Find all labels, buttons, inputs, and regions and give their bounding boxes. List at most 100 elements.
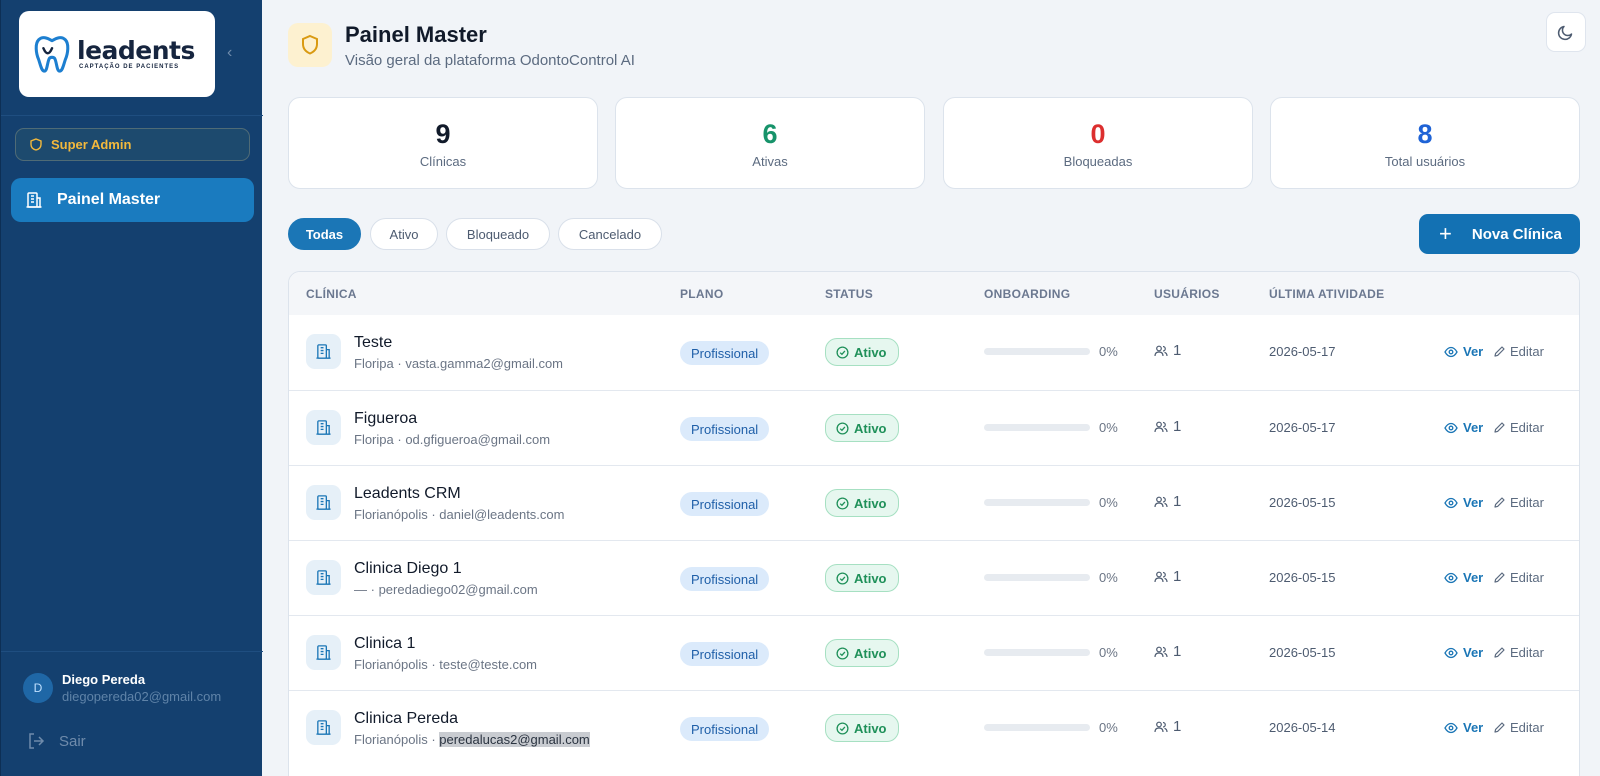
- users-count: 1: [1154, 718, 1181, 735]
- stat-value: 8: [1417, 119, 1433, 149]
- view-button[interactable]: Ver: [1444, 344, 1483, 359]
- view-button[interactable]: Ver: [1444, 420, 1483, 435]
- users-icon: [1154, 571, 1168, 582]
- view-button[interactable]: Ver: [1444, 495, 1483, 510]
- building-icon: [316, 570, 331, 585]
- clinic-location-email: Florianópolis · peredalucas2@gmail.com: [354, 732, 590, 747]
- last-activity: 2026-05-15: [1269, 645, 1336, 660]
- filter-bloqueado[interactable]: Bloqueado: [446, 218, 550, 250]
- edit-button[interactable]: Editar: [1493, 344, 1544, 359]
- edit-label: Editar: [1510, 495, 1544, 510]
- pencil-icon: [1494, 722, 1505, 733]
- status-label: Ativo: [854, 645, 887, 661]
- new-clinic-label: Nova Clínica: [1471, 225, 1562, 243]
- eye-icon: [1444, 497, 1458, 508]
- users-icon: [1154, 646, 1168, 657]
- sidebar-divider: [1, 651, 263, 652]
- filter-todas[interactable]: Todas: [288, 218, 361, 250]
- onboarding-progress-bar: [984, 574, 1090, 581]
- clinic-name: Leadents CRM: [354, 485, 461, 502]
- onboarding-progress-bar: [984, 424, 1090, 431]
- clinic-email: peredadiego02@gmail.com: [378, 582, 538, 597]
- column-header-status: STATUS: [825, 287, 874, 301]
- eye-icon: [1444, 572, 1458, 583]
- view-button[interactable]: Ver: [1444, 570, 1483, 585]
- onboarding-progress-bar: [984, 649, 1090, 656]
- table-row: Leadents CRM Florianópolis · daniel@leade…: [289, 465, 1579, 540]
- tooth-logo-icon: [34, 36, 70, 73]
- edit-button[interactable]: Editar: [1493, 570, 1544, 585]
- status-badge: Ativo: [825, 489, 899, 517]
- role-label: Super Admin: [51, 137, 132, 152]
- clinic-building-icon: [306, 334, 341, 369]
- clinic-city: Florianópolis: [354, 657, 428, 672]
- clinic-email: vasta.gamma2@gmail.com: [405, 356, 564, 371]
- status-badge: Ativo: [825, 338, 899, 366]
- pencil-icon: [1494, 422, 1505, 433]
- stat-label: Ativas: [752, 154, 788, 169]
- avatar: D: [23, 673, 53, 703]
- edit-label: Editar: [1510, 420, 1544, 435]
- column-header-clinica: CLÍNICA: [306, 287, 357, 301]
- edit-label: Editar: [1510, 570, 1544, 585]
- table-row: Clinica Diego 1 — · peredadiego02@gmail.c…: [289, 540, 1579, 615]
- users-count: 1: [1154, 418, 1181, 435]
- users-count-value: 1: [1173, 643, 1182, 660]
- view-button[interactable]: Ver: [1444, 720, 1483, 735]
- users-icon: [1154, 345, 1168, 356]
- onboarding-percent: 0%: [1099, 645, 1118, 660]
- view-label: Ver: [1463, 495, 1484, 510]
- filter-ativo[interactable]: Ativo: [370, 218, 438, 250]
- filter-cancelado[interactable]: Cancelado: [558, 218, 662, 250]
- last-activity: 2026-05-14: [1269, 720, 1336, 735]
- clinic-email: peredalucas2@gmail.com: [439, 732, 590, 747]
- clinic-name: Figueroa: [354, 410, 418, 427]
- users-icon: [1154, 421, 1168, 432]
- onboarding-progress-bar: [984, 724, 1090, 731]
- status-badge: Ativo: [825, 639, 899, 667]
- plan-badge: Profissional: [680, 341, 770, 365]
- building-icon: [316, 344, 331, 359]
- edit-button[interactable]: Editar: [1493, 720, 1544, 735]
- users-icon: [1154, 496, 1168, 507]
- column-header-onboarding: ONBOARDING: [984, 287, 1071, 301]
- building-icon: [316, 495, 331, 510]
- view-label: Ver: [1463, 344, 1484, 359]
- view-label: Ver: [1463, 420, 1484, 435]
- logout-label: Sair: [59, 732, 86, 750]
- edit-button[interactable]: Editar: [1493, 495, 1544, 510]
- new-clinic-button[interactable]: + Nova Clínica: [1419, 214, 1580, 254]
- theme-toggle-button[interactable]: [1546, 12, 1586, 52]
- page-subtitle: Visão geral da plataforma OdontoControl …: [345, 52, 635, 69]
- clinic-building-icon: [306, 635, 341, 670]
- brand-name: leadents: [77, 36, 195, 65]
- plan-badge: Profissional: [680, 642, 770, 666]
- users-count: 1: [1154, 342, 1181, 359]
- users-count: 1: [1154, 493, 1181, 510]
- plus-icon: +: [1439, 221, 1452, 246]
- onboarding-progress-bar: [984, 499, 1090, 506]
- sidebar-item-label: Painel Master: [57, 191, 161, 208]
- collapse-sidebar-chevron-icon[interactable]: ‹: [227, 44, 232, 62]
- onboarding-percent: 0%: [1099, 570, 1118, 585]
- clinic-email: od.gfigueroa@gmail.com: [405, 432, 551, 447]
- table-row: Clinica Pereda Florianópolis · peredaluca…: [289, 690, 1579, 765]
- stat-label: Bloqueadas: [1063, 154, 1133, 169]
- sidebar: leadents CAPTAÇÃO DE PACIENTES ‹ Super A…: [0, 0, 263, 776]
- pencil-icon: [1494, 647, 1505, 658]
- clinic-email: teste@teste.com: [439, 657, 538, 672]
- table-row: Figueroa Floripa · od.gfigueroa@gmail.com…: [289, 390, 1579, 465]
- edit-button[interactable]: Editar: [1493, 420, 1544, 435]
- table-row: Teste Floripa · vasta.gamma2@gmail.com Pro…: [289, 315, 1579, 390]
- logout-button[interactable]: Sair: [27, 732, 86, 750]
- edit-button[interactable]: Editar: [1493, 645, 1544, 660]
- sidebar-item-painel-master[interactable]: Painel Master: [11, 178, 254, 222]
- view-button[interactable]: Ver: [1444, 645, 1483, 660]
- building-icon: [316, 720, 331, 735]
- edit-label: Editar: [1510, 645, 1544, 660]
- clinic-city: Floripa: [354, 432, 394, 447]
- brand-tagline: CAPTAÇÃO DE PACIENTES: [79, 64, 180, 70]
- stat-value: 0: [1090, 119, 1106, 149]
- clinic-name: Clinica Diego 1: [354, 560, 462, 577]
- last-activity: 2026-05-17: [1269, 344, 1336, 359]
